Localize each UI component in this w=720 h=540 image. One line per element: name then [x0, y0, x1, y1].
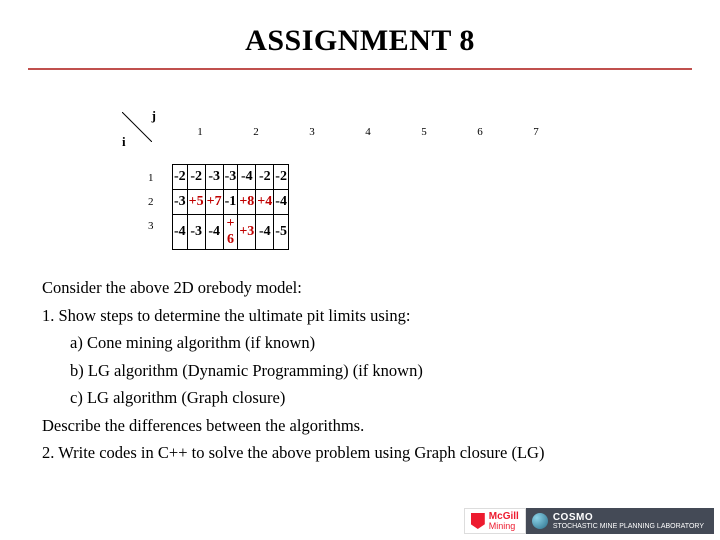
body-text: Consider the above 2D orebody model: 1. … [42, 275, 680, 468]
cell: +3 [238, 215, 256, 250]
slide-title: ASSIGNMENT 8 [0, 0, 720, 58]
body-line: 2. Write codes in C++ to solve the above… [42, 440, 680, 466]
body-line: 1. Show steps to determine the ultimate … [42, 303, 680, 329]
body-line: c) LG algorithm (Graph closure) [42, 385, 680, 411]
cell: -1 [223, 190, 238, 215]
cell: -5 [274, 215, 289, 250]
body-line: Describe the differences between the alg… [42, 413, 680, 439]
orebody-matrix: j i 1 2 3 4 5 6 7 1 2 3 -2 -2 -3 -3 -4 -… [120, 110, 154, 148]
col-header: 5 [396, 126, 452, 138]
ij-corner: j i [120, 110, 154, 144]
cell: -4 [256, 215, 274, 250]
col-header: 6 [452, 126, 508, 138]
mcgill-logo: McGillMining [464, 508, 526, 534]
cosmo-text: COSMOSTOCHASTIC MINE PLANNING LABORATORY [553, 512, 704, 531]
diag-line-icon [122, 112, 152, 142]
cell: +7 [205, 190, 223, 215]
col-header: 3 [284, 126, 340, 138]
cell: + 6 [223, 215, 238, 250]
cell: -4 [173, 215, 188, 250]
shield-icon [471, 513, 485, 529]
row-axis-label: i [122, 134, 126, 150]
row-header: 2 [148, 190, 154, 214]
col-header: 2 [228, 126, 284, 138]
row-headers: 1 2 3 [148, 166, 154, 238]
column-headers: 1 2 3 4 5 6 7 [172, 126, 564, 138]
cell: -2 [256, 165, 274, 190]
cell: -3 [187, 215, 205, 250]
body-line: Consider the above 2D orebody model: [42, 275, 680, 301]
cell: +5 [187, 190, 205, 215]
col-header: 4 [340, 126, 396, 138]
data-grid: -2 -2 -3 -3 -4 -2 -2 -3 +5 +7 -1 +8 +4 -… [172, 164, 289, 250]
cell: -4 [274, 190, 289, 215]
cosmo-logo: COSMOSTOCHASTIC MINE PLANNING LABORATORY [526, 508, 714, 534]
mcgill-text: McGillMining [489, 512, 519, 531]
title-divider [28, 68, 692, 70]
body-line: b) LG algorithm (Dynamic Programming) (i… [42, 358, 680, 384]
cell: -2 [274, 165, 289, 190]
cell: -3 [223, 165, 238, 190]
cell: +8 [238, 190, 256, 215]
globe-icon [532, 513, 548, 529]
col-header: 1 [172, 126, 228, 138]
row-header: 1 [148, 166, 154, 190]
cell: -2 [173, 165, 188, 190]
row-header: 3 [148, 214, 154, 238]
footer-logos: McGillMining COSMOSTOCHASTIC MINE PLANNI… [464, 508, 714, 534]
col-axis-label: j [152, 108, 156, 124]
cell: -3 [173, 190, 188, 215]
cell: +4 [256, 190, 274, 215]
cell: -2 [187, 165, 205, 190]
cell: -3 [205, 165, 223, 190]
cell: -4 [238, 165, 256, 190]
cell: -4 [205, 215, 223, 250]
col-header: 7 [508, 126, 564, 138]
body-line: a) Cone mining algorithm (if known) [42, 330, 680, 356]
